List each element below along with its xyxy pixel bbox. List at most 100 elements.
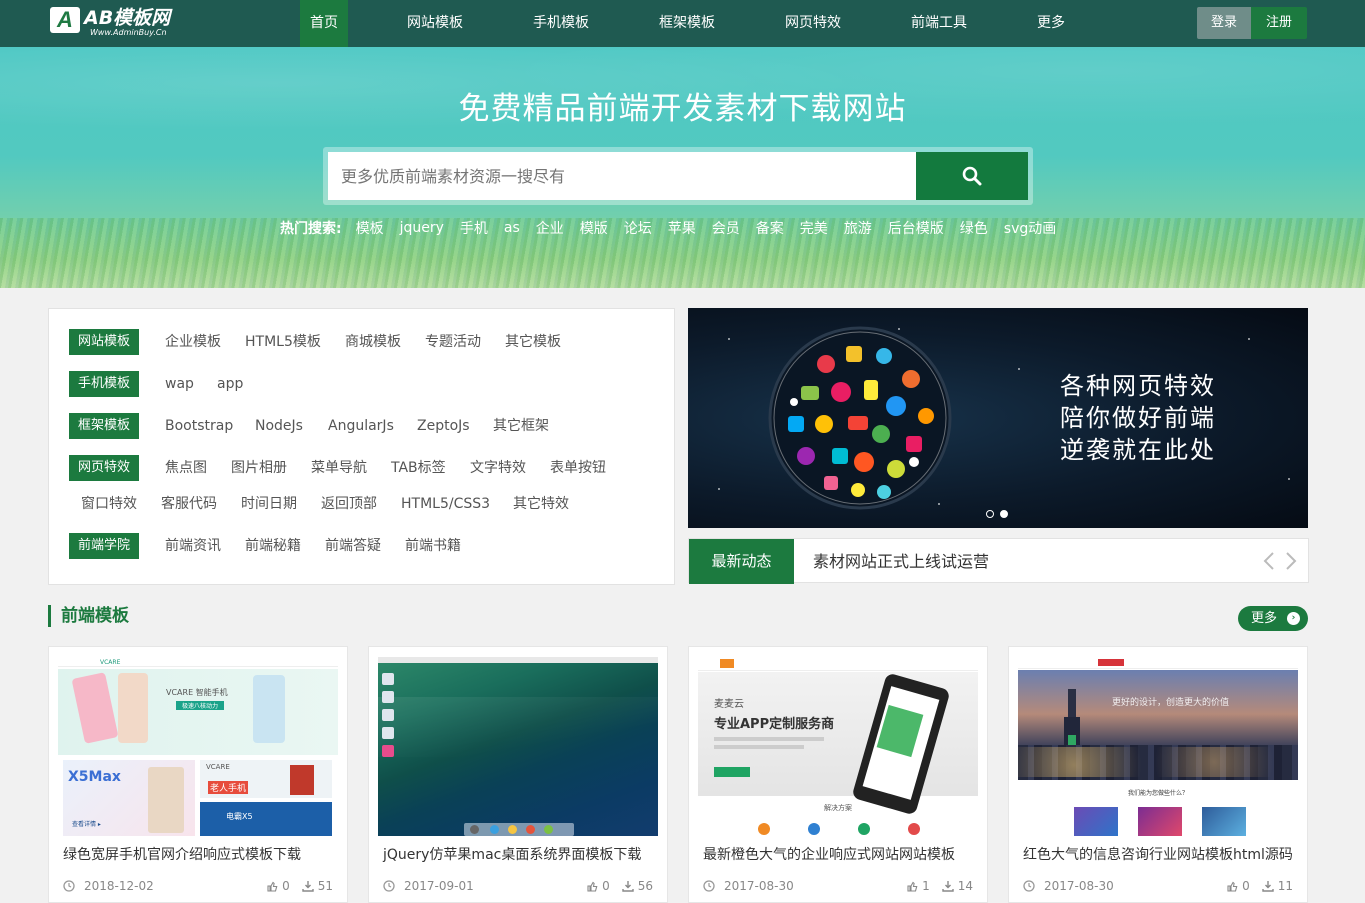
slider-dot-1[interactable] [986, 510, 994, 518]
hot-keyword[interactable]: jquery [400, 220, 444, 236]
download-icon[interactable] [942, 880, 954, 892]
category-link[interactable]: 专题活动 [425, 329, 481, 355]
download-icon[interactable] [302, 880, 314, 892]
category-link[interactable]: 商城模板 [345, 329, 401, 355]
category-link[interactable]: 前端书籍 [405, 533, 461, 559]
nav-web-effects[interactable]: 网页特效 [778, 0, 848, 47]
category-tag-website[interactable]: 网站模板 [69, 329, 140, 355]
slider-dots [986, 510, 1008, 518]
template-likes: 0 [602, 879, 610, 893]
category-tag-effects[interactable]: 网页特效 [69, 455, 140, 481]
category-link[interactable]: 其它框架 [493, 413, 549, 439]
hot-keyword[interactable]: 绿色 [960, 218, 988, 238]
category-link[interactable]: HTML5模板 [245, 329, 321, 355]
hot-keyword[interactable]: 企业 [536, 218, 564, 238]
logo-mark: A [50, 7, 80, 33]
template-downloads: 14 [957, 879, 973, 893]
category-link[interactable]: 文字特效 [470, 455, 526, 481]
template-title[interactable]: 最新橙色大气的企业响应式网站网站模板 [703, 844, 955, 864]
template-thumbnail[interactable]: 更好的设计，创造更大的价值 我们能为您做些什么？ [1018, 657, 1298, 836]
hot-keyword[interactable]: as [504, 220, 520, 236]
news-text[interactable]: 素材网站正式上线试运营 [813, 539, 989, 584]
slide-line-1: 各种网页特效 [1060, 372, 1216, 400]
thumbs-up-icon[interactable] [586, 880, 598, 892]
category-link[interactable]: ZeptoJs [417, 413, 470, 439]
nav-frontend-tools[interactable]: 前端工具 [904, 0, 974, 47]
template-thumbnail[interactable] [378, 657, 658, 836]
more-button[interactable]: 更多 › [1238, 606, 1308, 631]
category-link[interactable]: 表单按钮 [550, 455, 606, 481]
site-logo[interactable]: A AB模板网 Www.AdminBuy.Cn [50, 7, 170, 41]
template-meta: 2017-08-30 0 11 [1023, 879, 1293, 897]
hot-keyword[interactable]: 论坛 [624, 218, 652, 238]
nav-home[interactable]: 首页 [300, 0, 348, 47]
template-stats: 1 14 [906, 879, 973, 893]
category-link[interactable]: 前端秘籍 [245, 533, 301, 559]
category-link[interactable]: HTML5/CSS3 [401, 491, 490, 517]
arrow-right-icon: › [1287, 612, 1300, 625]
category-link[interactable]: 前端答疑 [325, 533, 381, 559]
category-link[interactable]: app [217, 371, 243, 397]
chevron-left-icon[interactable] [1262, 551, 1276, 571]
hot-keyword[interactable]: 备案 [756, 218, 784, 238]
image-slider[interactable]: 各种网页特效 陪你做好前端 逆袭就在此处 [688, 308, 1308, 528]
hot-keyword[interactable]: 手机 [460, 218, 488, 238]
category-link[interactable]: NodeJs [255, 413, 303, 439]
template-stats: 0 56 [586, 879, 653, 893]
thumb-section: 我们能为您做些什么？ [1127, 790, 1188, 797]
hot-keyword[interactable]: 完美 [800, 218, 828, 238]
thumbs-up-icon[interactable] [266, 880, 278, 892]
news-tag: 最新动态 [689, 539, 794, 584]
template-thumbnail[interactable]: 麦麦云 专业APP定制服务商 解决方案 [698, 657, 978, 836]
hot-keyword[interactable]: 模版 [580, 218, 608, 238]
nav-mobile-templates[interactable]: 手机模板 [526, 0, 596, 47]
thumbs-up-icon[interactable] [1226, 880, 1238, 892]
category-tag-academy[interactable]: 前端学院 [69, 533, 140, 559]
category-tag-mobile[interactable]: 手机模板 [69, 371, 140, 397]
hot-keyword[interactable]: 会员 [712, 218, 740, 238]
register-button[interactable]: 注册 [1251, 7, 1307, 39]
download-icon[interactable] [622, 880, 634, 892]
template-thumbnail[interactable]: VCARE VCARE 智能手机 极速八核动力 X5Max 查看详情 ▸ VCA… [58, 657, 338, 836]
chevron-right-icon[interactable] [1284, 551, 1298, 571]
category-link[interactable]: TAB标签 [391, 455, 446, 481]
template-card[interactable]: jQuery仿苹果mac桌面系统界面模板下载 2017-09-01 0 56 [368, 646, 668, 903]
thumbs-up-icon[interactable] [906, 880, 918, 892]
hot-keyword[interactable]: 模板 [356, 218, 384, 238]
download-icon[interactable] [1262, 880, 1274, 892]
category-link[interactable]: 其它特效 [513, 491, 569, 517]
template-card[interactable]: VCARE VCARE 智能手机 极速八核动力 X5Max 查看详情 ▸ VCA… [48, 646, 348, 903]
category-link[interactable]: 其它模板 [505, 329, 561, 355]
category-link[interactable]: 窗口特效 [81, 491, 137, 517]
template-date-text: 2017-09-01 [404, 879, 474, 893]
category-link[interactable]: AngularJs [328, 413, 394, 439]
template-card[interactable]: 更好的设计，创造更大的价值 我们能为您做些什么？ 红色大气的信息咨询行业网站模板… [1008, 646, 1308, 903]
category-tag-framework[interactable]: 框架模板 [69, 413, 140, 439]
template-date-text: 2017-08-30 [724, 879, 794, 893]
category-link[interactable]: 返回顶部 [321, 491, 377, 517]
category-link[interactable]: 菜单导航 [311, 455, 367, 481]
slider-dot-2[interactable] [1000, 510, 1008, 518]
category-link[interactable]: 客服代码 [161, 491, 217, 517]
nav-framework-templates[interactable]: 框架模板 [652, 0, 722, 47]
template-title[interactable]: 绿色宽屏手机官网介绍响应式模板下载 [63, 844, 301, 864]
category-link[interactable]: 前端资讯 [165, 533, 221, 559]
hot-keyword[interactable]: 苹果 [668, 218, 696, 238]
hot-keyword[interactable]: 旅游 [844, 218, 872, 238]
nav-more[interactable]: 更多 [1030, 0, 1072, 47]
template-title[interactable]: jQuery仿苹果mac桌面系统界面模板下载 [383, 844, 641, 864]
category-link[interactable]: wap [165, 371, 194, 397]
search-button[interactable] [916, 152, 1028, 200]
template-title[interactable]: 红色大气的信息咨询行业网站模板html源码 [1023, 844, 1293, 864]
hot-keyword[interactable]: svg动画 [1004, 218, 1056, 238]
login-button[interactable]: 登录 [1197, 7, 1251, 39]
nav-website-templates[interactable]: 网站模板 [400, 0, 470, 47]
hot-keyword[interactable]: 后台模版 [888, 218, 944, 238]
category-link[interactable]: 焦点图 [165, 455, 207, 481]
category-link[interactable]: Bootstrap [165, 413, 233, 439]
category-link[interactable]: 图片相册 [231, 455, 287, 481]
template-card[interactable]: 麦麦云 专业APP定制服务商 解决方案 最新橙色大气的企业响应式网站网站模板 2… [688, 646, 988, 903]
category-link[interactable]: 企业模板 [165, 329, 221, 355]
category-link[interactable]: 时间日期 [241, 491, 297, 517]
search-input[interactable] [328, 152, 916, 200]
